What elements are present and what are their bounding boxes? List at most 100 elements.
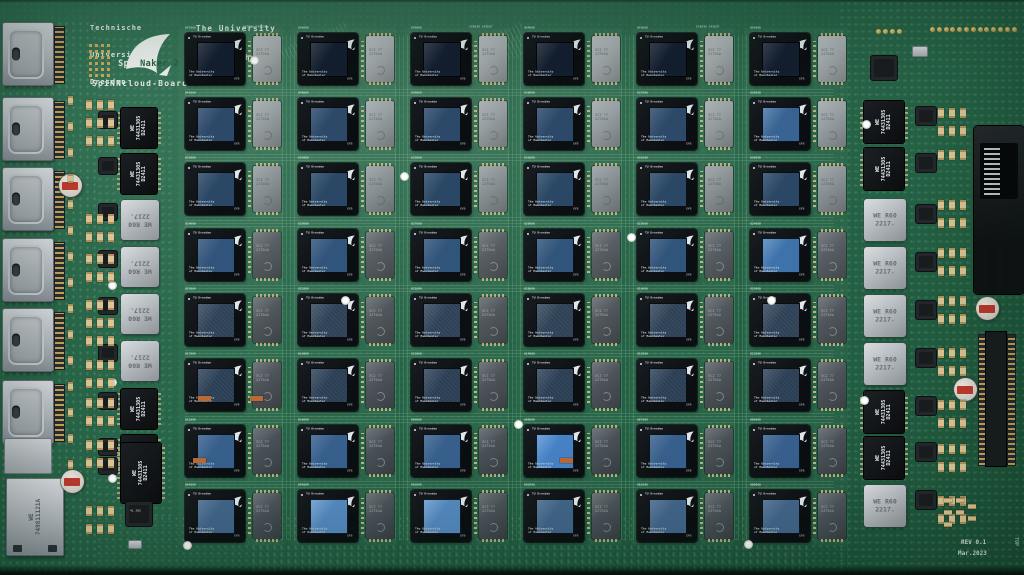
chip-corner-code: GYB [573,273,578,277]
pin1-dot [414,37,416,39]
chip-designator: U27000 [411,222,422,226]
dram-logo-swirl [602,523,611,532]
dram-chip: 5CZ 77 2JT04A [705,297,733,343]
chip-university-label: The University of Manchester [189,331,214,338]
chip-university-label: The University of Manchester [302,331,327,338]
resistor-cluster [960,314,966,324]
resistor-cluster [86,300,92,310]
chip-designator: U13000 [637,352,648,356]
pin1-dot [301,494,303,496]
test-pad [95,62,98,65]
resistor-cluster [968,504,976,509]
chip-brand-label: TU Dresden [758,165,776,169]
test-pad [101,62,104,65]
spinnaker-chip: TU DresdenThe University of ManchesterGY… [524,98,584,150]
inductor-label: WE R60 2217. [864,261,906,276]
chip-designator: U21000 [411,287,422,291]
qsfp-connector [2,22,54,86]
polymer-capacitor [954,378,977,401]
qfn-chip [99,158,117,174]
dram-chip: 5CZ 77 2JT04A [479,428,507,474]
resistor-cluster [960,514,966,524]
decoupling-caps [813,433,816,469]
dram-etch-text: 5CZ 77 2JT04A [482,309,495,317]
pin1-dot [753,102,755,104]
dram-etch-text: 5CZ 77 2JT04A [256,374,269,382]
test-pad [101,74,104,77]
chip-designator: U16000 [298,352,309,356]
chip-brand-label: TU Dresden [306,231,324,235]
spinnaker-chip: TU DresdenThe University of ManchesterGY… [411,359,471,411]
chip-university-label: The University of Manchester [415,396,440,403]
dram-logo-swirl [376,523,385,532]
resistor-cluster [97,318,103,328]
chip-brand-label: TU Dresden [645,361,663,365]
chip-designator: U08000 [524,418,535,422]
resistor-cluster [86,458,92,468]
qfn-chip [916,107,936,125]
connector-pin-strip [54,312,65,370]
chip-university-label: The University of Manchester [302,266,327,273]
orange-component [560,458,573,463]
edge-passive [68,252,73,261]
resistor-cluster [960,366,966,376]
chip-designator: U45000 [411,26,422,30]
chip-university-label: The University of Manchester [641,331,666,338]
resistor-cluster [968,516,976,521]
capacitor-stripe [979,305,995,313]
cap-ref-label: C45036 C45037 [469,25,492,29]
spinnaker-chip: TU DresdenThe University of ManchesterGY… [411,425,471,477]
chip-corner-code: GYB [460,273,465,277]
resistor-cluster [108,506,114,516]
resistor-cluster [949,218,955,228]
dram-logo-swirl [263,458,272,467]
pmic-chip: WE 74431305 D2411 [864,391,904,433]
test-pad [95,68,98,71]
chip-brand-label: TU Dresden [758,361,776,365]
chip-designator: U15000 [411,352,422,356]
gold-pad [944,27,949,32]
dram-logo-swirl [715,262,724,271]
qfn-chip [916,205,936,223]
dram-logo-swirl [263,196,272,205]
chip-corner-code: GYB [347,469,352,473]
dram-chip: 5CZ 77 2JT04A [253,297,281,343]
dram-logo-swirl [376,458,385,467]
spinnaker-chip: TU DresdenThe University of ManchesterGY… [185,425,245,477]
pmic-label: WE 74431305 D2411 [876,446,893,471]
spinnaker-chip: TU DresdenThe University of ManchesterGY… [185,98,245,150]
resistor-cluster [108,300,114,310]
dram-etch-text: 5CZ 77 2JT04A [256,113,269,121]
chip-brand-label: TU Dresden [532,35,550,39]
chip-university-label: The University of Manchester [528,135,553,142]
spinnaker-chip: TU DresdenThe University of ManchesterGY… [750,229,810,281]
chip-brand-label: TU Dresden [645,427,663,431]
dram-etch-text: 5CZ 77 2JT04A [369,178,382,186]
edge-passive [68,174,73,183]
spinnaker-chip: TU DresdenThe University of ManchesterGY… [750,359,810,411]
chip-brand-label: TU Dresden [193,427,211,431]
edge-passive [68,226,73,235]
spinnaker-chip: TU DresdenThe University of ManchesterGY… [411,229,471,281]
pmic-chip: WE 74431305 D2411 [121,389,157,429]
mounting-hole [860,396,869,405]
chip-designator: U39000 [411,91,422,95]
mounting-hole [744,540,753,549]
resistor-cluster [949,418,955,428]
dram-chip: 5CZ 77 2JT04A [705,232,733,278]
chip-corner-code: GYB [460,469,465,473]
connector-hole [12,48,20,61]
resistor-cluster [86,272,92,282]
resistor-cluster [938,296,944,306]
qfn-chip [916,443,936,461]
dram-etch-text: 5CZ 77 2JT04A [595,374,608,382]
chip-corner-code: GYB [234,273,239,277]
dram-chip: 5CZ 77 2JT04A [818,101,846,147]
inductor-label: WE R60 2217. [121,260,159,275]
chip-university-label: The University of Manchester [641,527,666,534]
pmic-label: WE 74431305 D2411 [876,400,893,425]
mounting-hole [250,56,259,65]
dram-chip: 5CZ 77 2JT04A [818,36,846,82]
test-pad [107,68,110,71]
gold-pad [897,29,902,34]
